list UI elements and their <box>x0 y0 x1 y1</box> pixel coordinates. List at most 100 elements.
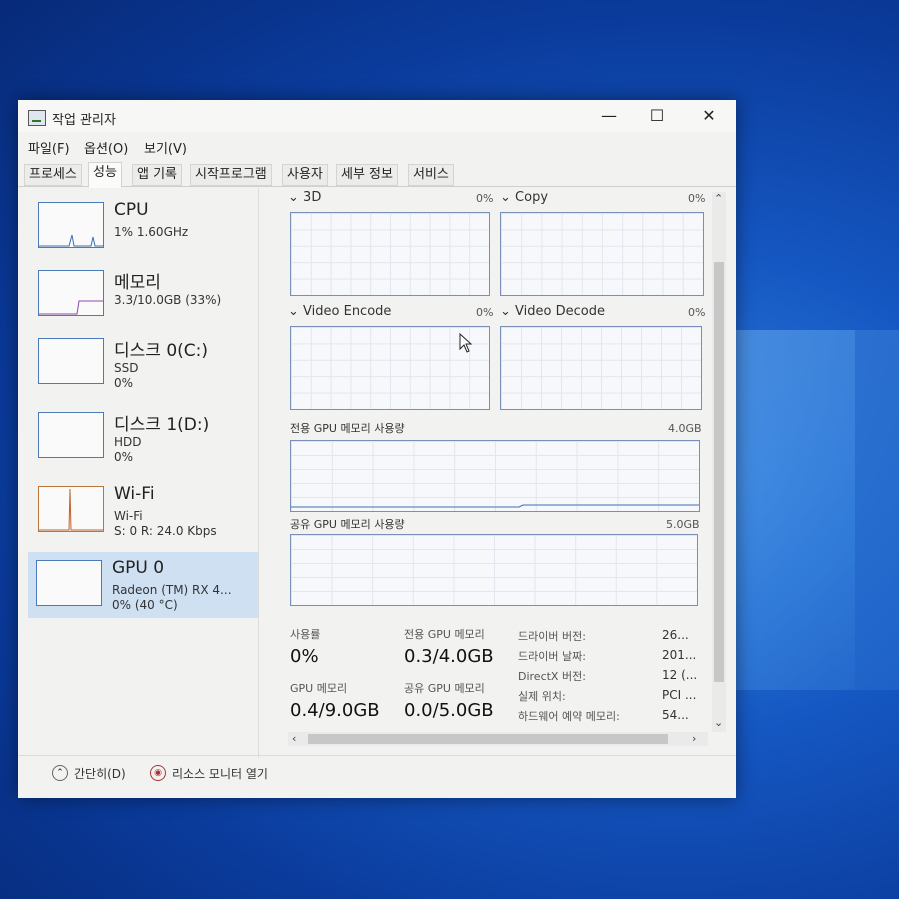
vertical-scroll-thumb[interactable] <box>714 262 724 682</box>
graph-dedicated-memory <box>290 440 700 512</box>
chevron-down-icon: ⌄ <box>288 190 299 205</box>
dedicated-mem-label: 전용 GPU 메모리 사용량 <box>290 422 405 435</box>
title-bar[interactable]: 작업 관리자 — ☐ ✕ <box>18 100 736 132</box>
mouse-cursor-icon <box>459 333 473 353</box>
horizontal-scroll-thumb[interactable] <box>308 734 668 744</box>
info-key: 하드웨어 예약 메모리: <box>518 710 620 723</box>
footer-bar: ⌃ 간단히(D) ◉ 리소스 모니터 열기 <box>18 755 736 792</box>
resource-detail: 3.3/10.0GB (33%) <box>114 293 222 307</box>
close-button[interactable]: ✕ <box>686 104 732 128</box>
resource-detail: 1% 1.60GHz <box>114 225 189 239</box>
desktop-window-logo-pane <box>855 330 899 690</box>
chevron-down-icon: ⌄ <box>500 190 511 205</box>
resource-monitor-icon[interactable]: ◉ <box>150 765 166 781</box>
gpu-detail-panel: ⌄ 3D 0% ⌄ Copy 0% ⌄ Video Encode 0% ⌄ Vi… <box>266 188 706 748</box>
gpu-mem-label: GPU 메모리 <box>290 682 348 695</box>
resource-model: Radeon (TM) RX 4... <box>112 583 232 597</box>
dedicated-label: 전용 GPU 메모리 <box>404 628 485 641</box>
engine-name: Video Decode <box>515 304 605 319</box>
scroll-left-icon[interactable]: ‹ <box>292 732 296 745</box>
resource-memory[interactable]: 메모리 3.3/10.0GB (33%) <box>30 262 256 328</box>
fewer-details-link[interactable]: 간단히(D) <box>74 765 126 782</box>
resource-type: HDD <box>114 435 142 449</box>
task-manager-app-icon <box>28 110 46 126</box>
engine-label-copy[interactable]: ⌄ Copy <box>500 190 548 205</box>
resource-name: CPU <box>114 200 149 220</box>
scroll-right-icon[interactable]: › <box>692 732 696 745</box>
tab-details[interactable]: 세부 정보 <box>336 164 398 186</box>
tab-startup[interactable]: 시작프로그램 <box>190 164 272 186</box>
menu-view[interactable]: 보기(V) <box>144 138 187 157</box>
info-value: PCI ... <box>662 688 697 702</box>
minimize-button[interactable]: — <box>586 104 632 128</box>
resource-name: 디스크 0(C:) <box>114 341 209 361</box>
dedicated-mem-line <box>291 504 699 508</box>
open-resource-monitor-link[interactable]: 리소스 모니터 열기 <box>172 765 268 782</box>
window-title: 작업 관리자 <box>52 113 116 128</box>
resource-name: GPU 0 <box>112 558 165 578</box>
engine-label-3d[interactable]: ⌄ 3D <box>288 190 321 205</box>
dedicated-mem-max: 4.0GB <box>668 422 702 435</box>
wifi-graph-line <box>39 488 103 531</box>
cpu-mini-graph <box>38 202 104 248</box>
graph-3d <box>290 212 490 296</box>
resource-name: 디스크 1(D:) <box>114 415 210 435</box>
maximize-button[interactable]: ☐ <box>634 104 680 128</box>
tab-bar: 프로세스 성능 앱 기록 시작프로그램 사용자 세부 정보 서비스 <box>18 160 736 188</box>
resource-usage: 0% <box>114 376 134 390</box>
vertical-scrollbar[interactable]: ⌃ ⌄ <box>712 192 726 732</box>
memory-mini-graph <box>38 270 104 316</box>
tab-users[interactable]: 사용자 <box>282 164 328 186</box>
resource-throughput: S: 0 R: 24.0 Kbps <box>114 524 217 538</box>
info-value: 201... <box>662 648 697 662</box>
engine-pct: 0% <box>476 192 494 205</box>
resource-disk-1[interactable]: 디스크 1(D:) HDD 0% <box>30 404 256 470</box>
engine-pct: 0% <box>476 306 494 319</box>
info-key: 드라이버 버전: <box>518 630 586 643</box>
tab-services[interactable]: 서비스 <box>408 164 454 186</box>
shared-value: 0.0/5.0GB <box>404 700 494 721</box>
scroll-down-icon[interactable]: ⌄ <box>714 716 723 729</box>
graph-copy <box>500 212 704 296</box>
tab-performance[interactable]: 성능 <box>88 162 122 188</box>
info-key: 드라이버 날짜: <box>518 650 586 663</box>
resource-usage: 0% <box>114 450 134 464</box>
chevron-down-icon: ⌄ <box>500 304 511 319</box>
shared-label: 공유 GPU 메모리 <box>404 682 485 695</box>
chevron-down-icon: ⌄ <box>288 304 299 319</box>
tab-app-history[interactable]: 앱 기록 <box>132 164 183 186</box>
info-value: 26... <box>662 628 689 642</box>
resource-gpu-0[interactable]: GPU 0 Radeon (TM) RX 4... 0% (40 °C) <box>28 552 258 618</box>
chevron-up-circle-icon[interactable]: ⌃ <box>52 765 68 781</box>
disk1-mini-graph <box>38 412 104 458</box>
menu-options[interactable]: 옵션(O) <box>84 138 128 157</box>
engine-name: Copy <box>515 190 549 205</box>
shared-mem-label: 공유 GPU 메모리 사용량 <box>290 518 405 531</box>
task-manager-window: 작업 관리자 — ☐ ✕ 파일(F) 옵션(O) 보기(V) 프로세스 성능 앱… <box>18 100 736 798</box>
resource-disk-0[interactable]: 디스크 0(C:) SSD 0% <box>30 330 256 396</box>
wifi-mini-graph <box>38 486 104 532</box>
resource-list: CPU 1% 1.60GHz 메모리 3.3/10.0GB (33%) 디스크 … <box>18 188 259 758</box>
memory-graph-line <box>39 300 103 315</box>
info-value: 12 (... <box>662 668 698 682</box>
shared-mem-max: 5.0GB <box>666 518 700 531</box>
menu-file[interactable]: 파일(F) <box>28 138 70 157</box>
usage-label: 사용률 <box>290 628 321 641</box>
resource-wifi[interactable]: Wi-Fi Wi-Fi S: 0 R: 24.0 Kbps <box>30 478 256 544</box>
gpu-mini-graph <box>36 560 102 606</box>
dedicated-value: 0.3/4.0GB <box>404 646 494 667</box>
info-key: 실제 위치: <box>518 690 566 703</box>
resource-name: Wi-Fi <box>114 484 155 504</box>
info-key: DirectX 버전: <box>518 670 586 683</box>
gpu-mem-value: 0.4/9.0GB <box>290 700 380 721</box>
tab-processes[interactable]: 프로세스 <box>24 164 82 186</box>
menu-bar: 파일(F) 옵션(O) 보기(V) <box>18 134 736 157</box>
graph-shared-memory <box>290 534 698 606</box>
resource-cpu[interactable]: CPU 1% 1.60GHz <box>30 194 256 260</box>
scroll-up-icon[interactable]: ⌃ <box>714 192 723 205</box>
resource-usage: 0% (40 °C) <box>112 598 178 612</box>
engine-label-video-encode[interactable]: ⌄ Video Encode <box>288 304 391 319</box>
engine-label-video-decode[interactable]: ⌄ Video Decode <box>500 304 605 319</box>
engine-name: Video Encode <box>303 304 392 319</box>
horizontal-scrollbar[interactable]: ‹ › <box>288 732 708 746</box>
